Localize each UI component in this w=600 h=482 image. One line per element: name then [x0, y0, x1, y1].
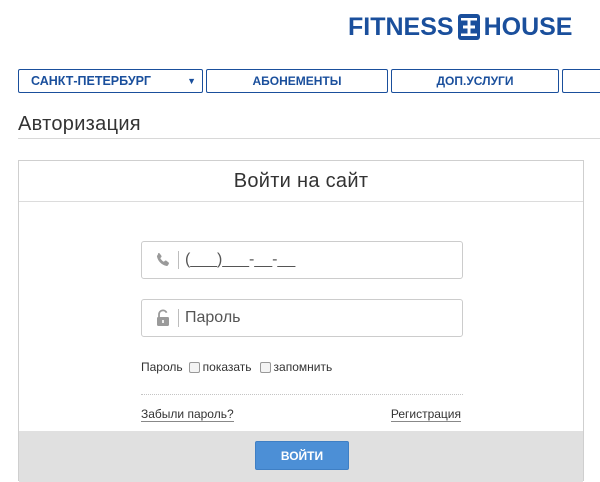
- main-nav: САНКТ-ПЕТЕРБУРГ ▼ АБОНЕМЕНТЫ ДОП.УСЛУГИ: [18, 69, 600, 93]
- phone-input[interactable]: [185, 251, 445, 269]
- remember-me-label: запомнить: [273, 360, 333, 374]
- nav-subscriptions-label: АБОНЕМЕНТЫ: [252, 74, 342, 88]
- login-card: Войти на сайт Пароль показать запомнить …: [18, 160, 584, 482]
- form-footer: ВОЙТИ: [19, 431, 583, 482]
- title-divider: [18, 138, 600, 139]
- login-button[interactable]: ВОЙТИ: [255, 441, 349, 470]
- page-title: Авторизация: [18, 113, 141, 135]
- chevron-down-icon: ▼: [187, 76, 196, 86]
- nav-item-extra-services[interactable]: ДОП.УСЛУГИ: [391, 69, 559, 93]
- dumbbell-logo-icon: [457, 14, 480, 40]
- phone-icon: [152, 249, 174, 271]
- show-password-label: показать: [202, 360, 252, 374]
- nav-item-subscriptions[interactable]: АБОНЕМЕНТЫ: [206, 69, 388, 93]
- nav-extra-services-label: ДОП.УСЛУГИ: [436, 74, 514, 88]
- remember-me-checkbox[interactable]: [259, 361, 271, 373]
- field-separator: [178, 251, 179, 269]
- password-options-label: Пароль: [141, 360, 183, 374]
- links-divider: [141, 394, 463, 395]
- phone-field[interactable]: [141, 241, 463, 279]
- nav-city-label: САНКТ-ПЕТЕРБУРГ: [31, 74, 152, 88]
- password-field[interactable]: [141, 299, 463, 337]
- lock-icon: [152, 307, 174, 329]
- password-input[interactable]: [185, 309, 445, 327]
- nav-city-select[interactable]: САНКТ-ПЕТЕРБУРГ ▼: [18, 69, 203, 93]
- forgot-password-link[interactable]: Забыли пароль?: [141, 407, 234, 422]
- nav-item-next[interactable]: [562, 69, 600, 93]
- show-password-checkbox[interactable]: [188, 361, 200, 373]
- login-heading: Войти на сайт: [19, 161, 583, 202]
- brand-logo[interactable]: FITNESS HOUSE: [348, 12, 572, 42]
- brand-word-fitness: FITNESS: [348, 12, 454, 41]
- password-options: Пароль показать запомнить: [141, 360, 334, 374]
- register-link[interactable]: Регистрация: [390, 407, 461, 422]
- brand-word-house: HOUSE: [483, 12, 573, 41]
- field-separator: [178, 309, 179, 327]
